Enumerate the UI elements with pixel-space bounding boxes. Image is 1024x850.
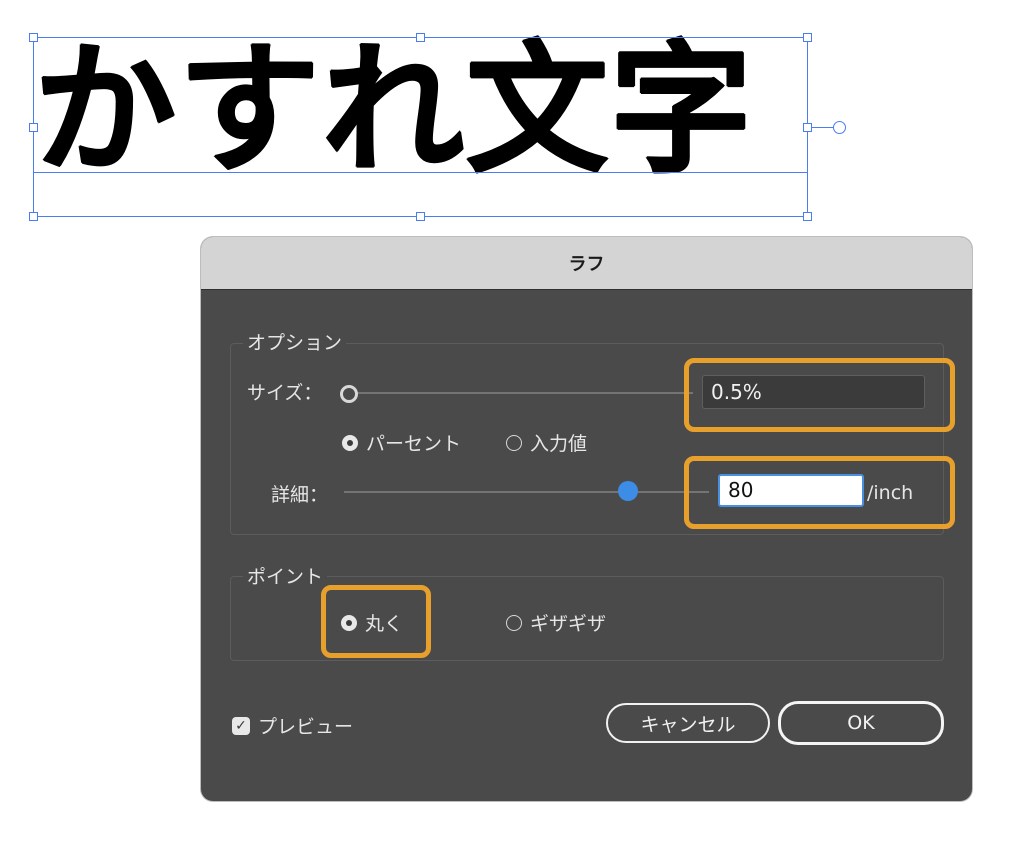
checkmark-icon[interactable]: ✓ <box>232 716 250 735</box>
radio-absolute-label: 入力値 <box>530 433 588 455</box>
radio-percent-label: パーセント <box>366 433 462 455</box>
highlight-detail-input <box>684 456 955 529</box>
radio-corner[interactable]: ギザギザ <box>506 609 606 636</box>
handle-top-right[interactable] <box>803 33 812 42</box>
size-slider-track[interactable] <box>351 392 693 394</box>
radio-percent-indicator[interactable] <box>342 434 358 451</box>
handle-top-middle[interactable] <box>416 33 425 42</box>
detail-label: 詳細： <box>271 484 329 506</box>
detail-slider-knob[interactable] <box>618 481 638 501</box>
radio-absolute-indicator[interactable] <box>506 434 522 451</box>
handle-bottom-middle[interactable] <box>416 212 425 221</box>
preview-checkbox[interactable]: ✓ プレビュー <box>232 712 353 739</box>
highlight-smooth-option <box>321 585 431 658</box>
points-group-label: ポイント <box>243 562 328 589</box>
size-slider-knob[interactable] <box>340 385 358 403</box>
text-baseline <box>33 172 808 173</box>
radio-percent[interactable]: パーセント <box>342 429 461 456</box>
dialog-title: ラフ <box>201 237 972 290</box>
radio-absolute[interactable]: 入力値 <box>506 429 587 456</box>
handle-bottom-right[interactable] <box>803 212 812 221</box>
rotate-connector <box>812 127 834 128</box>
handle-middle-right[interactable] <box>803 123 812 132</box>
cancel-button[interactable]: キャンセル <box>606 703 770 743</box>
ok-button[interactable]: OK <box>778 701 944 745</box>
rotate-handle[interactable] <box>833 121 846 134</box>
options-group-label: オプション <box>243 328 347 355</box>
radio-corner-label: ギザギザ <box>530 613 607 635</box>
detail-slider-track[interactable] <box>344 491 709 493</box>
highlight-size-input <box>684 358 955 432</box>
handle-bottom-left[interactable] <box>29 212 38 221</box>
preview-label: プレビュー <box>258 716 354 738</box>
radio-corner-indicator[interactable] <box>506 614 522 631</box>
handle-top-left[interactable] <box>29 33 38 42</box>
handle-middle-left[interactable] <box>29 123 38 132</box>
size-label: サイズ： <box>247 382 323 404</box>
